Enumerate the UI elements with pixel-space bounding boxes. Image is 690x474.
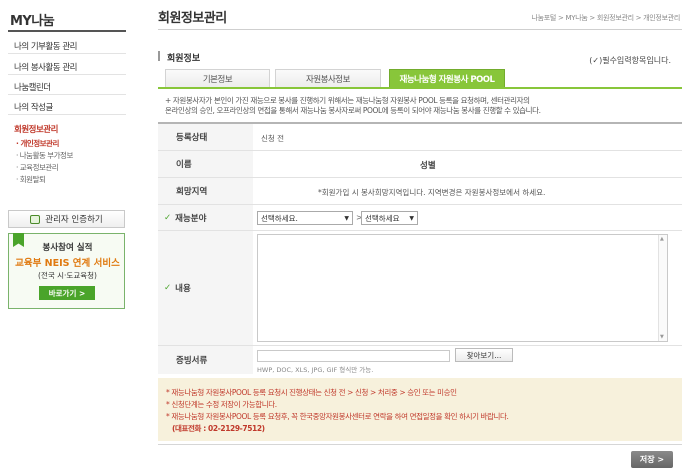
chevron-down-icon: ▼ [344, 214, 349, 222]
required-check-icon: ✓ [164, 283, 172, 293]
gender-label: 성별 [420, 161, 436, 171]
form-row-file: 증빙서류 찾아보기... HWP, DOC, XLS, JPG, GIF 형식만… [158, 346, 682, 374]
sidebar-item-member-info[interactable]: 회원정보관리 [14, 123, 58, 135]
neis-banner-line2: 교육부 NEIS 연계 서비스 [15, 258, 120, 269]
talent-category-value: 선택하세요. [261, 213, 298, 223]
form-row-region: 희망지역 *회원가입 시 봉사희망지역입니다. 지역변경은 자원봉사정보에서 하… [158, 178, 682, 205]
name-label: 이름 [158, 151, 253, 177]
bottom-divider [158, 444, 682, 445]
form-row-name: 이름 성별 [158, 151, 682, 178]
tab-volunteer-info[interactable]: 자원봉사정보 [275, 69, 381, 88]
status-value: 신청 전 [261, 134, 285, 143]
region-value: *회원가입 시 봉사희망지역입니다. 지역변경은 자원봉사정보에서 하세요. [318, 188, 546, 197]
browse-file-button[interactable]: 찾아보기... [455, 348, 513, 362]
form-row-status: 등록상태 신청 전 [158, 124, 682, 151]
chevron-down-icon: ▼ [409, 214, 414, 222]
talent-pool-form: 등록상태 신청 전 이름 성별 희망지역 *회원가입 시 봉사희망지역입니다. … [158, 122, 682, 374]
sidebar-item-calendar[interactable]: 나눔캘린더 [14, 81, 51, 93]
status-label: 등록상태 [158, 124, 253, 150]
notice-item: * 재능나눔형 자원봉사POOL 등록 요청시 진행상태는 신청 전 > 신청 … [166, 388, 457, 397]
breadcrumb: 나눔포털 > MY나눔 > 회원정보관리 > 개인정보관리 [531, 14, 681, 22]
notice-phone: (대표전화 : 02-2129-7512) [172, 424, 265, 433]
admin-auth-button[interactable]: 관리자 인증하기 [8, 210, 125, 228]
tab-underline [158, 87, 682, 89]
section-marker [158, 51, 160, 61]
sidebar-item-my-posts[interactable]: 나의 작성글 [14, 101, 53, 113]
file-label: 증빙서류 [158, 346, 253, 374]
sidebar-title-divider [8, 30, 126, 32]
notice-item: * 신청단계는 수정 저장이 가능합니다. [166, 400, 277, 409]
admin-auth-label: 관리자 인증하기 [45, 215, 103, 225]
file-path-input[interactable] [257, 350, 450, 362]
neis-banner-line3: (전국 시·도교육청) [38, 271, 97, 280]
textarea-scrollbar[interactable]: ▲ ▼ [658, 235, 667, 341]
talent-label-cell: ✓ 재능분야 [158, 205, 253, 230]
tab-talent-pool[interactable]: 재능나눔형 자원봉사 POOL [389, 69, 505, 88]
neis-banner[interactable]: 봉사참여 실적 교육부 NEIS 연계 서비스 (전국 시·도교육청) 바로가기… [8, 233, 125, 309]
intro-text: + 자원봉사자가 본인이 가진 재능으로 봉사를 진행하기 위해서는 재능나눔형… [165, 96, 680, 116]
sidebar-item-volunteer[interactable]: 나의 봉사활동 관리 [14, 61, 77, 73]
content-label: 내용 [175, 284, 191, 294]
sidebar-divider [8, 114, 126, 115]
notice-box: * 재능나눔형 자원봉사POOL 등록 요청시 진행상태는 신청 전 > 신청 … [158, 378, 682, 441]
sidebar-title: MY나눔 [10, 14, 55, 29]
neis-banner-line1: 봉사참여 실적 [42, 243, 93, 253]
sidebar-divider [8, 53, 126, 54]
content-textarea[interactable]: ▲ ▼ [257, 234, 668, 342]
region-label: 희망지역 [158, 178, 253, 204]
talent-category-select[interactable]: 선택하세요. ▼ [257, 211, 353, 225]
talent-label: 재능분야 [175, 213, 207, 224]
required-check-icon: ✓ [164, 212, 172, 223]
content-label-cell: ✓ 내용 [158, 231, 253, 345]
sidebar-subitem-education[interactable]: · 교육정보관리 [16, 162, 59, 173]
sidebar-item-donation[interactable]: 나의 기부활동 관리 [14, 40, 77, 52]
tab-basic-info[interactable]: 기본정보 [165, 69, 270, 88]
notice-item: * 재능나눔형 자원봉사POOL 등록 요청후, 꼭 한국중앙자원봉사센터로 연… [166, 412, 509, 421]
intro-line2: 온라인상의 승인, 오프라인상의 면접을 통해서 재능나눔 봉사자로써 POOL… [165, 106, 541, 115]
form-row-talent: ✓ 재능분야 선택하세요. ▼ > 선택하세요 ▼ [158, 205, 682, 231]
certificate-icon [30, 214, 41, 224]
sidebar: MY나눔 나의 기부활동 관리 나의 봉사활동 관리 나눔캘린더 나의 작성글 … [0, 0, 130, 474]
talent-subcategory-select[interactable]: 선택하세요 ▼ [361, 211, 418, 225]
form-row-content: ✓ 내용 ▲ ▼ [158, 231, 682, 346]
sidebar-subitem-activity-extra[interactable]: · 나눔활동 부가정보 [16, 150, 73, 161]
talent-subcategory-value: 선택하세요 [365, 213, 400, 223]
neis-go-button[interactable]: 바로가기 > [39, 286, 95, 300]
sidebar-subitem-personal-info[interactable]: · 개인정보관리 [16, 138, 59, 149]
scroll-up-icon[interactable]: ▲ [660, 236, 664, 242]
sidebar-divider [8, 94, 126, 95]
section-title: 회원정보 [167, 54, 201, 64]
sidebar-subitem-withdraw[interactable]: · 회원탈퇴 [16, 174, 46, 185]
required-note: (✓)필수입력항목입니다. [589, 56, 671, 65]
header-divider [158, 29, 682, 30]
scroll-down-icon[interactable]: ▼ [660, 334, 664, 340]
file-format-hint: HWP, DOC, XLS, JPG, GIF 형식만 가능. [257, 366, 374, 374]
save-button[interactable]: 저장 > [631, 451, 673, 468]
intro-line1: + 자원봉사자가 본인이 가진 재능으로 봉사를 진행하기 위해서는 재능나눔형… [165, 96, 530, 105]
page-title: 회원정보관리 [158, 11, 227, 26]
sidebar-divider [8, 74, 126, 75]
